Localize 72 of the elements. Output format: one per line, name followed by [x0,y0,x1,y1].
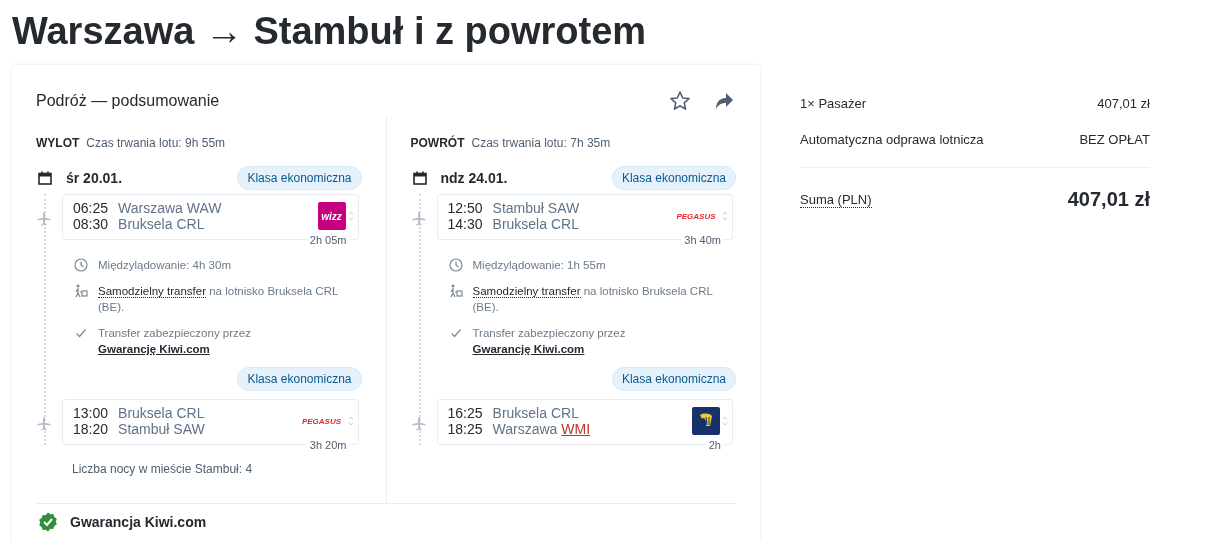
guarantee-link[interactable]: Gwarancję Kiwi.com [472,343,585,355]
segment-duration: 3h 20m [306,438,350,452]
calendar-icon [38,171,52,185]
transfer-note: Samodzielny transfer na lotnisko Bruksela CRL (BE). [98,284,339,315]
check-icon [74,326,88,340]
airport-name: Stambuł SAW [492,200,580,216]
date-label: ndz 24.01. [440,170,509,186]
flight-time: 18:20 [73,421,109,437]
airline-logo-icon: wizz [317,202,346,230]
leg-label: POWRÓT [410,136,465,150]
date-label: śr 20.01. [66,170,124,186]
leg-label: WYLOT [36,136,80,150]
expand-chevron-icon [347,415,354,427]
airport-name: Warszawa WAW [118,200,222,216]
flight-duration: Czas trwania lotu: 9h 55m [86,136,226,150]
summary-title: Podróż — podsumowanie [36,92,220,110]
expand-chevron-icon [722,210,728,222]
guarantee-note: Transfer zabezpieczony przez Gwarancję Kiwi.com [98,326,252,357]
airport-name: Bruksela CRL [492,405,579,421]
flight-time: 16:25 [447,405,483,421]
flight-duration: Czas trwania lotu: 7h 35m [471,136,611,150]
price-value: 407,01 zł [1097,95,1150,111]
transfer-link[interactable]: Samodzielny transfer [472,285,581,298]
segment-duration: 2h 05m [306,233,350,247]
star-button[interactable] [668,89,692,113]
price-value: BEZ OPŁAT [1079,131,1150,147]
plane-icon [37,212,51,226]
cabin-badge: Klasa ekonomiczna [237,166,362,190]
transfer-note: Samodzielny transfer na lotnisko Bruksela CRL (BE). [472,284,714,315]
clock-icon [448,258,463,272]
flight-time: 13:00 [73,405,109,421]
plane-icon [411,212,426,226]
expand-chevron-icon [347,210,354,222]
airport-name: Bruksela CRL [118,405,205,421]
walking-luggage-icon [74,284,88,298]
flight-time: 12:50 [447,200,483,216]
expand-chevron-icon [722,415,728,427]
total-price: 407,01 zł [1067,188,1150,211]
segment-duration: 3h 40m [681,233,724,247]
layover-text: Międzylądowanie: 4h 30m [98,258,231,273]
cabin-badge: Klasa ekonomiczna [237,367,362,391]
airport-name: Bruksela CRL [118,216,205,232]
verified-badge-icon [38,512,58,532]
page-title: Warszawa → Stambuł i z powrotem [11,9,648,54]
plane-icon [37,417,51,431]
guarantee-link[interactable]: Gwarancję Kiwi.com [98,343,210,355]
airline-logo-icon: PEGASUS [297,407,346,435]
guarantee-title: Gwarancja Kiwi.com [70,514,207,530]
airline-logo-icon: PEGASUS [672,202,720,230]
layover-text: Międzylądowanie: 1h 55m [472,258,606,273]
segment-duration: 2h [705,438,724,452]
total-label[interactable]: Suma (PLN) [800,191,872,208]
cabin-badge: Klasa ekonomiczna [611,367,736,391]
calendar-icon [412,171,427,185]
transfer-link[interactable]: Samodzielny transfer [98,285,207,298]
airport-name: Bruksela CRL [492,216,579,232]
nights-text: Liczba nocy w mieście Stambuł: 4 [72,462,254,476]
clock-icon [74,258,88,272]
price-label: Automatyczna odprawa lotnicza [800,131,984,147]
flight-time: 06:25 [73,200,109,216]
walking-luggage-icon [448,284,463,298]
price-label: 1× Pasażer [800,95,867,111]
airport-name: Warszawa WMI [492,421,591,437]
check-icon [448,326,463,340]
flight-time: 08:30 [73,216,109,232]
plane-icon [411,417,426,431]
flight-time: 14:30 [447,216,483,232]
guarantee-note: Transfer zabezpieczony przez Gwarancję Kiwi.com [472,326,627,357]
cabin-badge: Klasa ekonomiczna [611,166,736,190]
flight-time: 18:25 [447,421,483,437]
airport-name: Stambuł SAW [118,421,205,437]
harp-logo-icon [692,407,720,435]
